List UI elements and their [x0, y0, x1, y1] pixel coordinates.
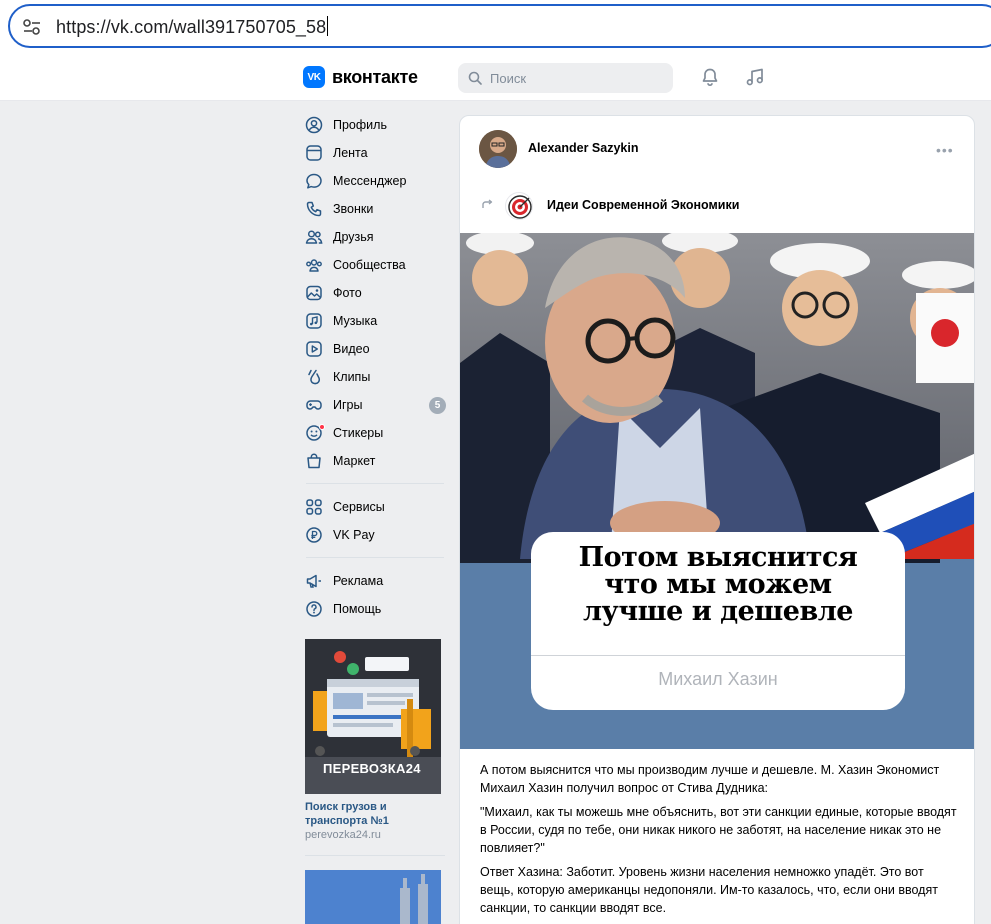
music-icon [306, 313, 322, 329]
sidebar-item-friends[interactable]: Друзья [300, 223, 450, 251]
new-indicator-dot [319, 424, 325, 430]
sidebar-item-profile[interactable]: Профиль [300, 111, 450, 139]
sidebar-item-vkpay[interactable]: VK Pay [300, 521, 450, 549]
sidebar-item-label: Стикеры [333, 426, 384, 440]
post-more-menu-icon[interactable]: ••• [936, 143, 954, 157]
sidebar-item-communities[interactable]: Сообщества [300, 251, 450, 279]
communities-icon [306, 259, 322, 272]
games-count-badge: 5 [429, 397, 446, 414]
target-icon [508, 195, 532, 219]
ad-illustration-2 [305, 870, 441, 924]
vk-logo-text: вконтакте [332, 66, 418, 87]
left-sidebar-nav: Профиль Лента Мессенджер Звонки Друзья Сообще… [300, 111, 450, 623]
sidebar-item-label: Реклама [333, 574, 384, 588]
sidebar-item-label: Игры [333, 398, 363, 412]
ad-title-link[interactable]: Поиск грузов и транспорта №1 [305, 800, 445, 828]
ad-divider [305, 855, 445, 856]
sidebar-item-services[interactable]: Сервисы [300, 493, 450, 521]
messenger-icon [306, 173, 322, 189]
sidebar-item-label: Видео [333, 342, 370, 356]
sidebar-item-ads[interactable]: Реклама [300, 567, 450, 595]
nav-divider [306, 483, 444, 484]
sidebar-item-calls[interactable]: Звонки [300, 195, 450, 223]
post-paragraph: Ответ Хазина: Заботит. Уровень жизни нас… [480, 865, 938, 915]
help-icon [306, 601, 322, 617]
author-avatar[interactable] [479, 130, 517, 168]
sidebar-item-photo[interactable]: Фото [300, 279, 450, 307]
ad-banner-text: ПЕРЕВОЗКА24 [323, 761, 421, 776]
sidebar-item-messenger[interactable]: Мессенджер [300, 167, 450, 195]
vkpay-icon [306, 527, 322, 543]
music-player-icon[interactable] [745, 67, 765, 87]
text-caret [327, 16, 329, 36]
post-author-name[interactable]: Alexander Sazykin [528, 141, 638, 155]
quote-line-1: Потом выяснится [578, 542, 858, 573]
quote-line-2: что мы можем [604, 569, 832, 600]
sidebar-item-label: Мессенджер [333, 174, 407, 188]
search-icon [468, 71, 482, 85]
photo-icon [306, 285, 322, 301]
sidebar-item-label: Сервисы [333, 500, 385, 514]
address-bar[interactable]: https://vk.com/wall391750705_58 [8, 4, 991, 48]
profile-icon [305, 116, 323, 134]
ads-icon [306, 574, 321, 588]
sidebar-item-video[interactable]: Видео [300, 335, 450, 363]
post-paragraph: А потом выяснится что мы производим лучш… [480, 763, 940, 795]
group-avatar[interactable] [505, 192, 533, 220]
sidebar-item-label: Сообщества [333, 258, 406, 272]
repost-group-name[interactable]: Идеи Современной Экономики [547, 198, 739, 212]
site-settings-icon[interactable] [22, 18, 42, 36]
sidebar-item-music[interactable]: Музыка [300, 307, 450, 335]
vk-logo-mark: VK [303, 66, 325, 88]
vk-logo[interactable]: VK вконтакте [303, 66, 418, 88]
services-icon [306, 499, 322, 515]
sidebar-item-market[interactable]: Маркет [300, 447, 450, 475]
avatar-photo [479, 130, 517, 168]
sidebar-item-label: Фото [333, 286, 362, 300]
calls-icon [306, 201, 322, 217]
sidebar-item-label: Помощь [333, 602, 382, 616]
ad-banner-image-2[interactable] [305, 870, 441, 924]
sidebar-item-feed[interactable]: Лента [300, 139, 450, 167]
games-icon [306, 400, 322, 410]
sidebar-item-label: Клипы [333, 370, 371, 384]
sidebar-item-label: Звонки [333, 202, 374, 216]
post-image[interactable]: Потом выяснится что мы можем лучше и деш… [460, 233, 974, 749]
quote-text: Потом выяснится что мы можем лучше и деш… [531, 544, 905, 625]
sidebar-item-label: VK Pay [333, 528, 375, 542]
quote-divider [531, 655, 905, 656]
quote-card: Потом выяснится что мы можем лучше и деш… [531, 532, 905, 710]
ad-banner-image[interactable]: ПЕРЕВОЗКА24 [305, 639, 441, 794]
wall-post: Alexander Sazykin ••• Идеи Современной Э… [459, 115, 975, 924]
sidebar-item-label: Музыка [333, 314, 378, 328]
notifications-bell-icon[interactable] [700, 67, 720, 87]
post-paragraph: "Михаил, как ты можешь мне объяснить, во… [480, 805, 957, 855]
url-text[interactable]: https://vk.com/wall391750705_58 [56, 16, 329, 38]
ad-domain[interactable]: perevozka24.ru [305, 829, 381, 841]
video-icon [306, 341, 322, 357]
friends-icon [305, 230, 323, 244]
sidebar-item-label: Друзья [333, 230, 374, 244]
sidebar-item-help[interactable]: Помощь [300, 595, 450, 623]
repost-arrow-icon [482, 199, 493, 208]
market-icon [307, 453, 321, 469]
sidebar-item-games[interactable]: Игры 5 [300, 391, 450, 419]
sidebar-item-label: Лента [333, 146, 368, 160]
search-placeholder: Поиск [490, 70, 527, 86]
feed-icon [306, 145, 322, 161]
quote-author: Михаил Хазин [658, 669, 778, 689]
sidebar-item-clips[interactable]: Клипы [300, 363, 450, 391]
post-text: А потом выяснится что мы производим лучш… [480, 761, 960, 923]
sidebar-item-label: Маркет [333, 454, 376, 468]
sidebar-item-stickers[interactable]: Стикеры [300, 419, 450, 447]
sidebar-item-label: Профиль [333, 118, 387, 132]
vk-header: VK вконтакте Поиск [0, 54, 991, 101]
clips-icon [308, 369, 320, 385]
browser-toolbar: https://vk.com/wall391750705_58 [0, 0, 991, 54]
search-input[interactable]: Поиск [458, 63, 673, 93]
quote-line-3: лучше и дешевле [583, 596, 853, 627]
nav-divider [306, 557, 444, 558]
